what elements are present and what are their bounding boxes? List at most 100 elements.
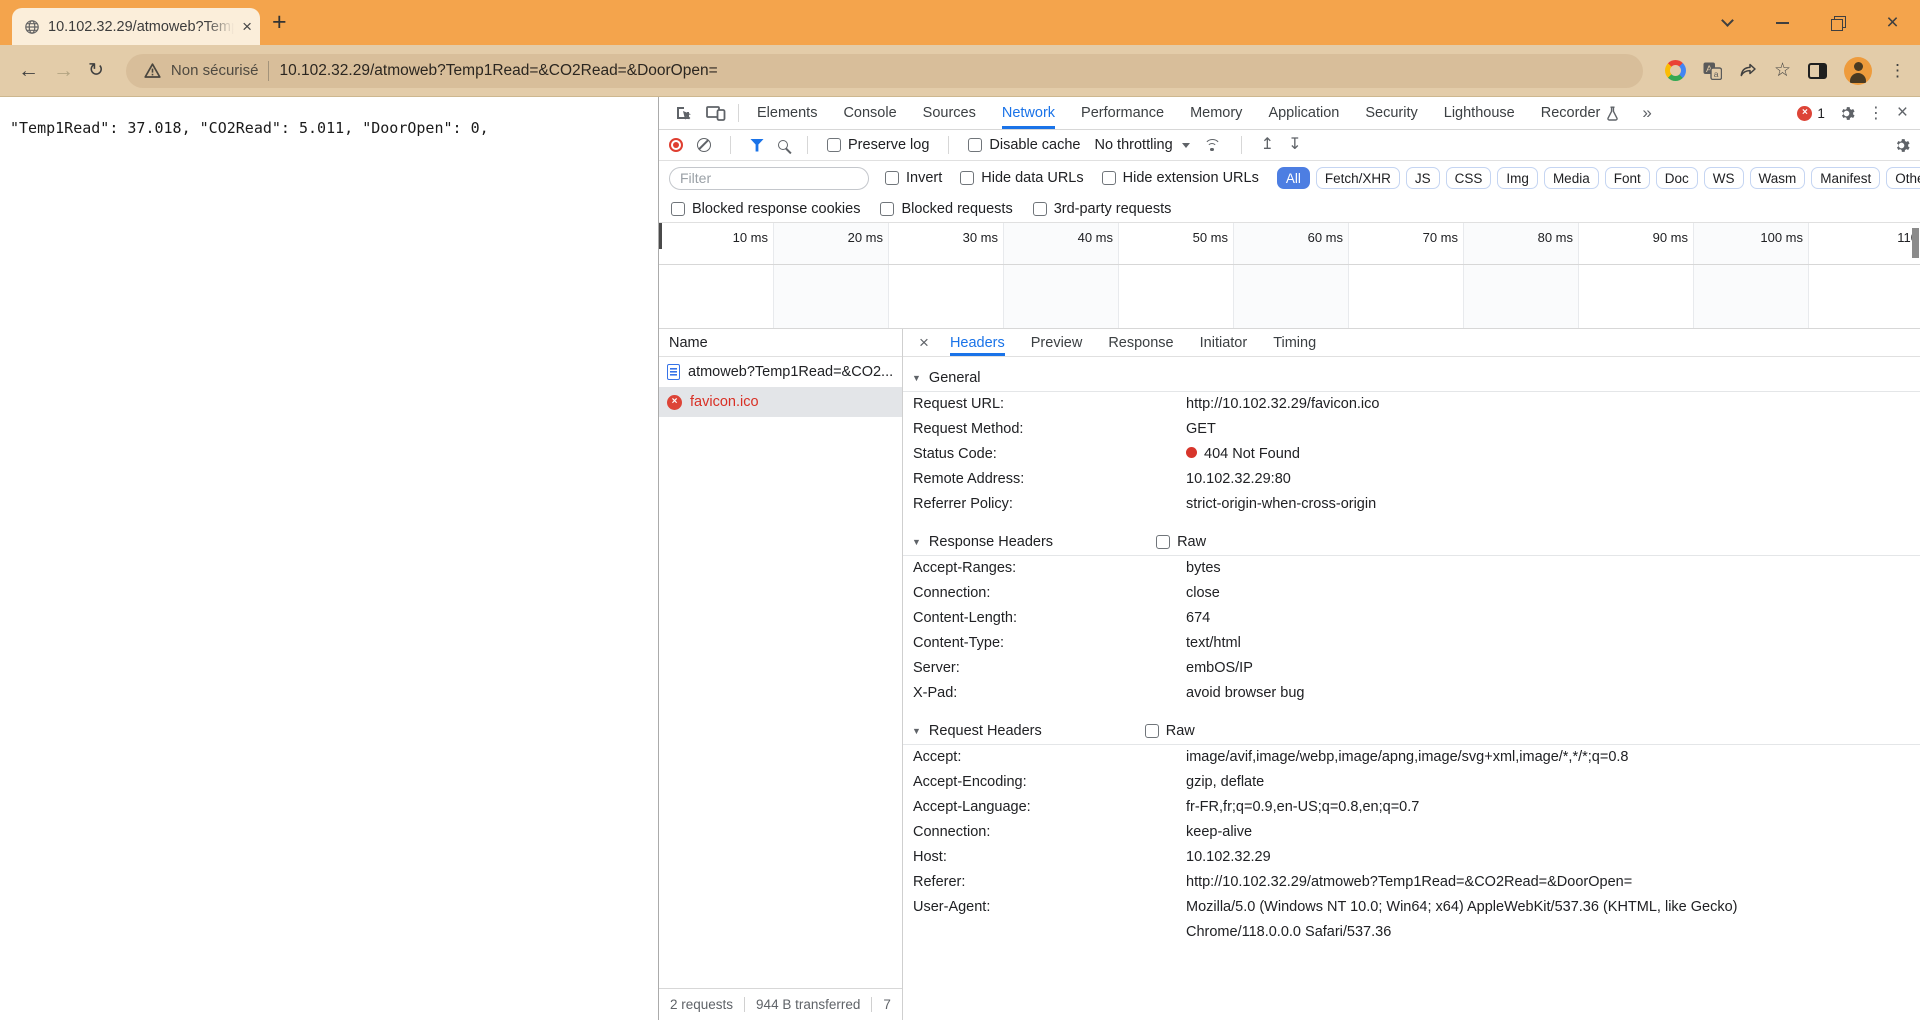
translate-icon[interactable]: A a xyxy=(1703,62,1722,80)
detail-close-icon[interactable]: × xyxy=(911,329,937,356)
toolbar-separator xyxy=(948,136,949,154)
record-network-log-icon[interactable] xyxy=(669,138,683,152)
filter-chip-doc[interactable]: Doc xyxy=(1656,167,1698,189)
forward-icon[interactable]: → xyxy=(53,60,74,82)
svg-text:a: a xyxy=(1714,69,1719,79)
request-name: favicon.ico xyxy=(690,394,759,410)
window-restore-icon[interactable] xyxy=(1810,0,1865,45)
bookmark-star-icon[interactable]: ☆ xyxy=(1774,59,1791,82)
search-icon[interactable] xyxy=(778,140,788,150)
raw-label: Raw xyxy=(1166,723,1195,739)
new-tab-button[interactable]: + xyxy=(272,10,287,35)
network-overview-timeline[interactable]: 10 ms20 ms30 ms40 ms50 ms60 ms70 ms80 ms… xyxy=(659,223,1920,265)
window-close-icon[interactable]: × xyxy=(1865,0,1920,45)
devtools-tab-recorder[interactable]: Recorder xyxy=(1541,97,1620,129)
timeline-column: 110 xyxy=(1809,223,1920,264)
address-bar[interactable]: Non sécurisé 10.102.32.29/atmoweb?Temp1R… xyxy=(126,54,1643,88)
blocked-response-cookies-checkbox[interactable]: Blocked response cookies xyxy=(671,201,860,217)
window-minimize-icon[interactable] xyxy=(1755,0,1810,45)
filter-chip-img[interactable]: Img xyxy=(1497,167,1538,189)
share-icon[interactable] xyxy=(1739,62,1757,79)
devtools-tabs: Elements Console Sources Network Performance… xyxy=(744,97,1632,129)
devtools-tab-memory[interactable]: Memory xyxy=(1190,97,1242,129)
filter-chip-wasm[interactable]: Wasm xyxy=(1750,167,1806,189)
back-icon[interactable]: ← xyxy=(18,60,39,82)
devtools-tab-console[interactable]: Console xyxy=(843,97,896,129)
section-header-response-headers[interactable]: ▼ Response Headers Raw xyxy=(903,529,1920,556)
devtools-tab-sources[interactable]: Sources xyxy=(923,97,976,129)
3rd-party-requests-checkbox[interactable]: 3rd-party requests xyxy=(1033,201,1172,217)
header-name: Status Code: xyxy=(913,442,1186,467)
header-value: close xyxy=(1186,581,1220,606)
hide-extension-urls-checkbox[interactable]: Hide extension URLs xyxy=(1102,170,1259,186)
filter-chip-all[interactable]: All xyxy=(1277,167,1310,189)
devtools-tab-lighthouse[interactable]: Lighthouse xyxy=(1444,97,1515,129)
collapse-triangle-icon[interactable]: ▼ xyxy=(912,537,921,547)
filter-chip-ws[interactable]: WS xyxy=(1704,167,1744,189)
invert-checkbox[interactable]: Invert xyxy=(885,170,942,186)
timeline-label: 60 ms xyxy=(1308,230,1343,245)
devtools-tab-security[interactable]: Security xyxy=(1365,97,1417,129)
filter-chip-media[interactable]: Media xyxy=(1544,167,1599,189)
filter-chip-font[interactable]: Font xyxy=(1605,167,1650,189)
network-settings-gear-icon[interactable] xyxy=(1893,137,1910,154)
throttling-dropdown[interactable]: No throttling xyxy=(1094,137,1189,153)
tab-close-icon[interactable]: × xyxy=(242,19,252,35)
section-title: Response Headers xyxy=(929,534,1053,550)
filter-input[interactable] xyxy=(669,167,869,190)
hide-data-urls-checkbox[interactable]: Hide data URLs xyxy=(960,170,1083,186)
header-row: Referrer Policy:strict-origin-when-cross… xyxy=(903,492,1920,517)
device-toolbar-icon[interactable] xyxy=(699,97,733,129)
devtools-menu-icon[interactable]: ⋮ xyxy=(1868,103,1884,123)
devtools-tab-network[interactable]: Network xyxy=(1002,97,1055,129)
filter-funnel-icon[interactable] xyxy=(750,139,764,152)
error-badge[interactable]: × 1 xyxy=(1797,106,1825,121)
request-row-favicon-ico[interactable]: ×favicon.ico xyxy=(659,387,902,417)
import-har-icon[interactable]: ↥ xyxy=(1261,138,1274,152)
devtools-close-icon[interactable]: × xyxy=(1897,104,1908,122)
detail-tab-response[interactable]: Response xyxy=(1108,329,1173,356)
timeline-scrollbar[interactable] xyxy=(1912,228,1919,258)
devtools-settings-gear-icon[interactable] xyxy=(1838,105,1855,122)
filter-chip-fetch-xhr[interactable]: Fetch/XHR xyxy=(1316,167,1400,189)
side-panel-icon[interactable] xyxy=(1808,63,1827,79)
detail-tab-preview[interactable]: Preview xyxy=(1031,329,1083,356)
waterfall-column xyxy=(774,265,889,328)
devtools-tab-performance[interactable]: Performance xyxy=(1081,97,1164,129)
collapse-triangle-icon[interactable]: ▼ xyxy=(912,373,921,383)
browser-tab[interactable]: 10.102.32.29/atmoweb?Temp1Re × xyxy=(12,8,260,45)
checkbox-box xyxy=(885,171,899,185)
export-har-icon[interactable]: ↧ xyxy=(1288,138,1301,152)
detail-tab-timing[interactable]: Timing xyxy=(1273,329,1316,356)
blocked-requests-checkbox[interactable]: Blocked requests xyxy=(880,201,1012,217)
browser-menu-icon[interactable]: ⋮ xyxy=(1889,61,1906,81)
google-icon[interactable] xyxy=(1665,60,1686,81)
disable-cache-checkbox[interactable]: Disable cache xyxy=(968,137,1080,153)
filter-chip-manifest[interactable]: Manifest xyxy=(1811,167,1880,189)
network-conditions-icon[interactable] xyxy=(1204,138,1222,152)
timeline-label: 70 ms xyxy=(1423,230,1458,245)
detail-tab-headers[interactable]: Headers xyxy=(950,329,1005,356)
devtools-tab-elements[interactable]: Elements xyxy=(757,97,817,129)
window-chevron-icon[interactable] xyxy=(1700,0,1755,45)
raw-checkbox[interactable]: Raw xyxy=(1145,723,1195,739)
collapse-triangle-icon[interactable]: ▼ xyxy=(912,726,921,736)
inspect-element-icon[interactable] xyxy=(667,97,699,129)
request-row-atmoweb-temp1read-co2[interactable]: atmoweb?Temp1Read=&CO2... xyxy=(659,357,902,387)
filter-chip-js[interactable]: JS xyxy=(1406,167,1440,189)
clear-network-log-icon[interactable] xyxy=(697,138,711,152)
timeline-label: 90 ms xyxy=(1653,230,1688,245)
more-tabs-icon[interactable]: » xyxy=(1642,97,1651,129)
raw-checkbox[interactable]: Raw xyxy=(1156,534,1206,550)
section-header-request-headers[interactable]: ▼Request HeadersRaw xyxy=(903,718,1920,745)
request-list-header[interactable]: Name xyxy=(659,329,902,357)
filter-chip-other[interactable]: Other xyxy=(1886,167,1920,189)
filter-chip-css[interactable]: CSS xyxy=(1446,167,1492,189)
preserve-log-checkbox[interactable]: Preserve log xyxy=(827,137,929,153)
reload-icon[interactable]: ↻ xyxy=(88,60,104,82)
profile-avatar[interactable] xyxy=(1844,57,1872,85)
detail-tab-initiator[interactable]: Initiator xyxy=(1200,329,1248,356)
section-header-general[interactable]: ▼General xyxy=(903,365,1920,392)
devtools-tab-application[interactable]: Application xyxy=(1268,97,1339,129)
checkbox-box xyxy=(1156,535,1170,549)
